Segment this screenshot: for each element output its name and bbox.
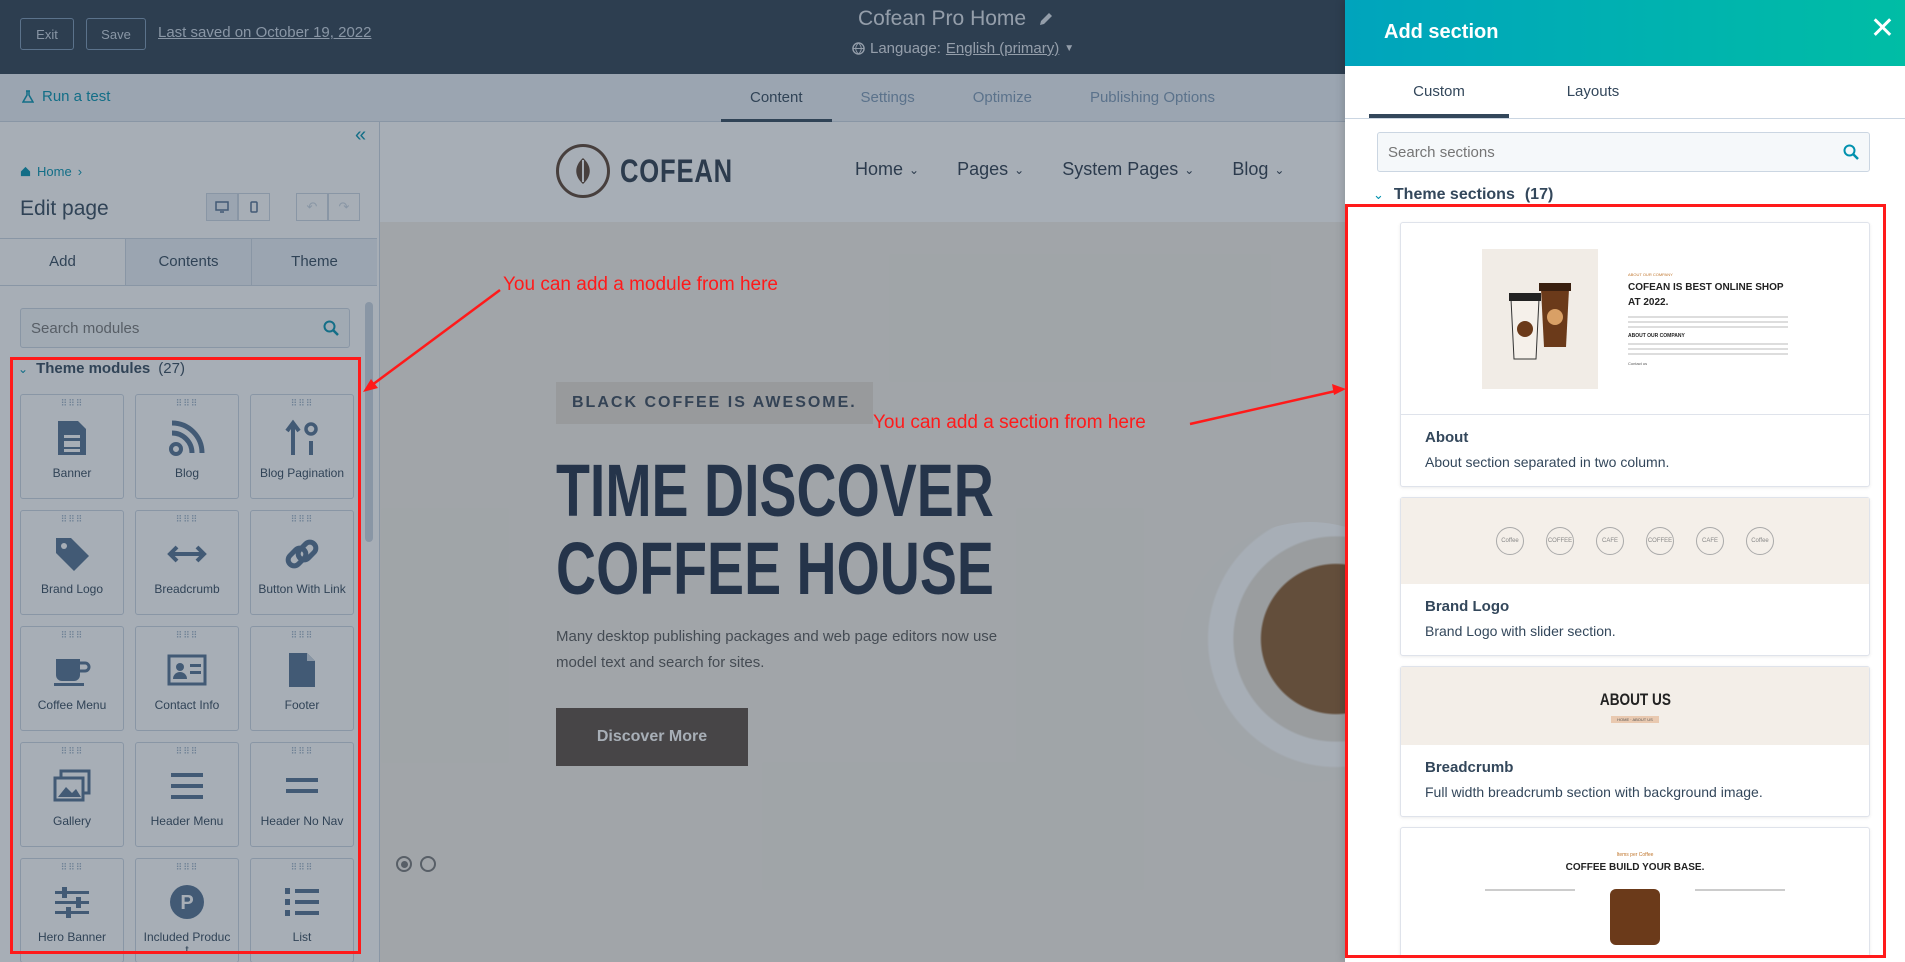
exit-button[interactable]: Exit xyxy=(20,18,74,50)
tab-custom[interactable]: Custom xyxy=(1369,66,1509,118)
globe-icon xyxy=(852,42,865,55)
close-icon[interactable]: ✕ xyxy=(1870,14,1895,44)
search-icon[interactable] xyxy=(323,320,339,336)
mobile-view-icon[interactable] xyxy=(238,193,270,221)
slider-dot[interactable] xyxy=(420,856,436,872)
language-value[interactable]: English (primary) xyxy=(946,40,1059,57)
hero-paragraph: Many desktop publishing packages and web… xyxy=(556,628,998,671)
tab-layouts[interactable]: Layouts xyxy=(1523,66,1663,118)
search-modules-input[interactable] xyxy=(31,319,323,337)
tab-publishing-options[interactable]: Publishing Options xyxy=(1061,74,1244,122)
theme-sections-count: (17) xyxy=(1524,186,1554,203)
panel-title: Add section xyxy=(1384,21,1499,43)
tab-add[interactable]: Add xyxy=(0,239,126,285)
collapse-sidebar-icon[interactable]: « xyxy=(355,124,366,147)
chevron-down-icon: ⌄ xyxy=(1184,162,1195,177)
coffee-cup-image xyxy=(1180,522,1345,782)
site-logo: COFEAN xyxy=(556,144,761,198)
hero-heading: TIME DISCOVER COFFEE HOUSE xyxy=(556,452,1006,608)
hero-section: BLACK COFFEE IS AWESOME. TIME DISCOVER C… xyxy=(380,222,1345,962)
home-icon xyxy=(20,166,31,177)
desktop-view-icon[interactable] xyxy=(206,193,238,221)
theme-sections-header[interactable]: ⌄ Theme sections (17) xyxy=(1373,186,1553,204)
logo-text: COFEAN xyxy=(620,152,733,189)
page-name[interactable]: Cofean Pro Home xyxy=(858,7,1054,31)
tab-content[interactable]: Content xyxy=(721,74,832,122)
slider-dots xyxy=(396,856,436,872)
chevron-right-icon: › xyxy=(77,164,83,179)
tab-optimize[interactable]: Optimize xyxy=(944,74,1061,122)
run-test-link[interactable]: Run a test xyxy=(22,88,110,105)
section-annotation: You can add a section from here xyxy=(873,412,1146,433)
nav-label: Pages xyxy=(957,159,1009,179)
nav-label: Home xyxy=(855,159,904,179)
search-icon[interactable] xyxy=(1843,144,1859,160)
site-nav: COFEAN Home ⌄ Pages ⌄ System Pages ⌄ Blog ⌄ xyxy=(380,122,1345,222)
sidebar-tabs: Add Contents Theme xyxy=(0,238,377,286)
divider xyxy=(1345,118,1905,119)
hero-heading-line1: TIME DISCOVER xyxy=(556,449,994,532)
search-modules-field[interactable] xyxy=(20,308,350,348)
panel-header: Add section ✕ xyxy=(1345,0,1905,66)
editor-subbar: Run a test Content Settings Optimize Pub… xyxy=(0,74,1345,122)
breadcrumb: Home › xyxy=(20,164,82,179)
tab-settings[interactable]: Settings xyxy=(832,74,944,122)
chevron-down-icon: ⌄ xyxy=(1014,162,1025,177)
nav-label: Blog xyxy=(1232,159,1269,179)
chevron-down-icon: ⌄ xyxy=(1373,187,1384,202)
nav-item-system-pages[interactable]: System Pages ⌄ xyxy=(1062,159,1194,180)
run-test-label: Run a test xyxy=(42,88,111,105)
editor-tabs: Content Settings Optimize Publishing Opt… xyxy=(721,74,1244,122)
page-title: Edit page xyxy=(20,197,109,220)
last-saved-link[interactable]: Last saved on October 19, 2022 xyxy=(158,24,371,41)
pencil-icon[interactable] xyxy=(1038,11,1054,27)
theme-sections-label: Theme sections xyxy=(1393,186,1515,203)
breadcrumb-home[interactable]: Home xyxy=(37,164,72,179)
undo-redo: ↶ ↷ xyxy=(296,193,360,221)
discover-more-button[interactable]: Discover More xyxy=(556,708,748,766)
section-highlight-box xyxy=(1345,204,1886,958)
hero-badge: BLACK COFFEE IS AWESOME. xyxy=(556,382,873,424)
chevron-down-icon: ⌄ xyxy=(1274,162,1285,177)
language-prefix: Language: xyxy=(870,40,941,57)
slider-dot[interactable] xyxy=(396,856,412,872)
tab-contents[interactable]: Contents xyxy=(126,239,252,285)
undo-icon[interactable]: ↶ xyxy=(296,193,328,221)
chevron-down-icon: ⌄ xyxy=(909,162,920,177)
page-preview[interactable]: COFEAN Home ⌄ Pages ⌄ System Pages ⌄ Blog ⌄ … xyxy=(380,122,1345,962)
nav-item-blog[interactable]: Blog ⌄ xyxy=(1232,159,1284,180)
caret-down-icon: ▼ xyxy=(1064,43,1075,54)
language-selector[interactable]: Language: English (primary) ▼ xyxy=(852,40,1074,57)
search-sections-input[interactable] xyxy=(1388,143,1843,161)
coffee-bean-icon xyxy=(556,144,610,198)
panel-tabs: Custom Layouts xyxy=(1369,66,1663,118)
sidebar-scrollbar[interactable] xyxy=(365,302,373,542)
site-nav-items: Home ⌄ Pages ⌄ System Pages ⌄ Blog ⌄ xyxy=(855,159,1322,180)
flask-icon xyxy=(22,89,34,103)
nav-item-pages[interactable]: Pages ⌄ xyxy=(957,159,1024,180)
page-name-text: Cofean Pro Home xyxy=(858,7,1027,30)
tab-theme[interactable]: Theme xyxy=(252,239,377,285)
device-toggle xyxy=(206,193,270,221)
save-button[interactable]: Save xyxy=(86,18,146,50)
redo-icon[interactable]: ↷ xyxy=(328,193,360,221)
module-annotation: You can add a module from here xyxy=(503,274,778,295)
module-highlight-box xyxy=(10,357,361,954)
search-sections-field[interactable] xyxy=(1377,132,1870,172)
nav-item-home[interactable]: Home ⌄ xyxy=(855,159,919,180)
hero-heading-line2: COFFEE HOUSE xyxy=(556,527,994,610)
nav-label: System Pages xyxy=(1062,159,1179,179)
